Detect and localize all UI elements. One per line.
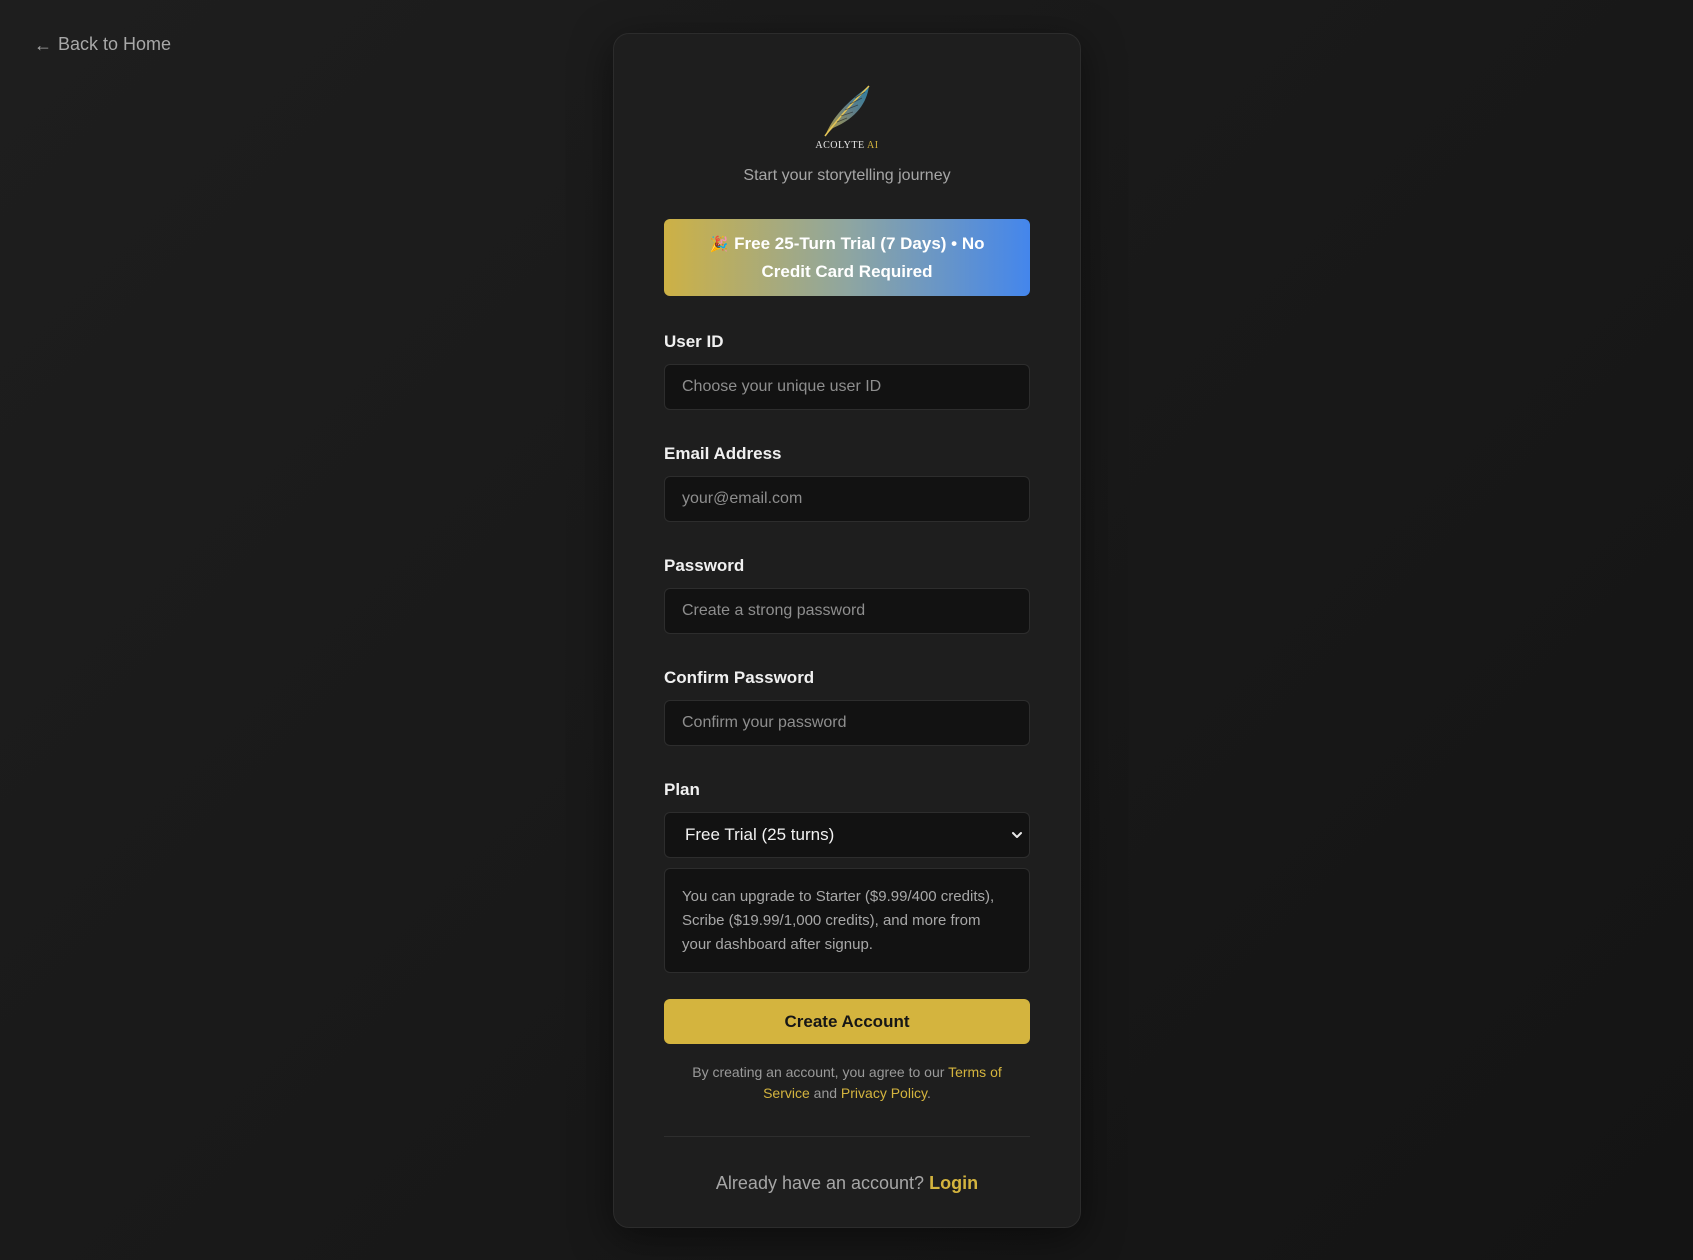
back-to-home-link[interactable]: ← Back to Home: [34, 34, 171, 55]
brand-logo: ACOLYTE AI: [664, 82, 1030, 151]
confirm-password-label: Confirm Password: [664, 668, 815, 687]
login-link[interactable]: Login: [929, 1173, 978, 1193]
login-prompt: Already have an account? Login: [664, 1173, 1030, 1194]
feather-quill-icon: [824, 85, 870, 137]
plan-select[interactable]: Free Trial (25 turns): [664, 812, 1030, 858]
privacy-policy-link[interactable]: Privacy Policy: [841, 1085, 927, 1101]
terms-suffix: .: [927, 1085, 931, 1101]
login-prompt-text: Already have an account?: [715, 1173, 925, 1193]
user-id-label: User ID: [664, 332, 724, 351]
plan-select-value: Free Trial (25 turns): [685, 825, 835, 844]
plan-label: Plan: [664, 780, 700, 799]
terms-joiner: and: [813, 1085, 838, 1101]
email-input[interactable]: [664, 476, 1030, 522]
brand-wordmark: ACOLYTE AI: [815, 140, 878, 151]
brand-name-suffix: AI: [867, 140, 879, 151]
signup-card: ACOLYTE AI Start your storytelling journ…: [613, 33, 1081, 1228]
user-id-input[interactable]: [664, 364, 1030, 410]
arrow-left-icon: ←: [34, 34, 52, 55]
back-to-home-label: Back to Home: [58, 34, 172, 54]
free-trial-banner: 🎉 Free 25-Turn Trial (7 Days) • No Credit…: [664, 219, 1030, 296]
email-label: Email Address: [664, 444, 782, 463]
free-trial-banner-text: Free 25-Turn Trial (7 Days) • No Credit …: [734, 234, 985, 281]
terms-notice: By creating an account, you agree to our…: [664, 1062, 1030, 1104]
plan-upgrade-info: You can upgrade to Starter ($9.99/400 cr…: [664, 868, 1030, 973]
party-popper-icon: 🎉: [709, 236, 729, 253]
password-input[interactable]: [664, 588, 1030, 634]
chevron-down-icon: [1012, 832, 1022, 838]
tagline: Start your storytelling journey: [743, 167, 951, 184]
terms-prefix: By creating an account, you agree to our: [692, 1064, 945, 1080]
create-account-button[interactable]: Create Account: [664, 999, 1030, 1044]
confirm-password-input[interactable]: [664, 700, 1030, 746]
password-label: Password: [664, 556, 745, 575]
divider: [664, 1136, 1030, 1137]
brand-name: ACOLYTE: [815, 140, 865, 151]
